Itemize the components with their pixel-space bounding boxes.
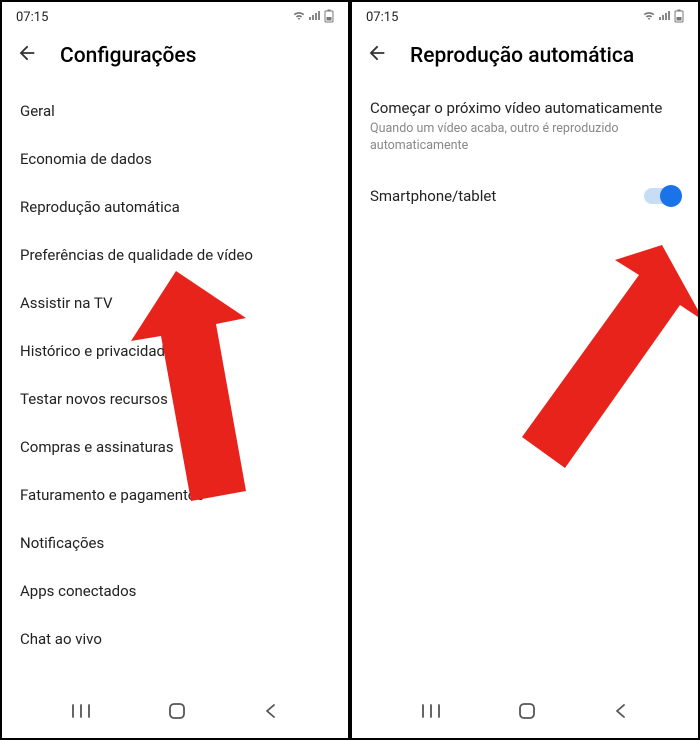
toggle-row-smartphone[interactable]: Smartphone/tablet — [352, 173, 698, 219]
section-title: Começar o próximo vídeo automaticamente — [352, 87, 698, 119]
nav-back-icon[interactable] — [613, 703, 629, 719]
battery-icon — [324, 9, 334, 26]
status-time: 07:15 — [366, 10, 398, 25]
status-icons — [642, 9, 684, 26]
section-subtitle: Quando um vídeo acaba, outro é reproduzi… — [352, 119, 698, 173]
signal-icon — [659, 11, 671, 24]
page-title: Reprodução automática — [410, 44, 634, 68]
status-time: 07:15 — [16, 10, 48, 25]
settings-item-notifications[interactable]: Notificações — [20, 519, 330, 567]
toggle-knob — [660, 185, 682, 207]
settings-item-history-privacy[interactable]: Histórico e privacidade — [20, 327, 330, 375]
settings-item-general[interactable]: Geral — [20, 87, 330, 135]
status-icons — [292, 9, 334, 26]
settings-list: Geral Economia de dados Reprodução autom… — [2, 87, 348, 663]
settings-item-purchases[interactable]: Compras e assinaturas — [20, 423, 330, 471]
settings-content: Geral Economia de dados Reprodução autom… — [2, 87, 348, 690]
toggle-switch[interactable] — [644, 188, 680, 204]
header: Reprodução automática — [352, 28, 698, 87]
settings-item-connected-apps[interactable]: Apps conectados — [20, 567, 330, 615]
back-arrow-icon[interactable] — [16, 42, 38, 69]
settings-item-data-saving[interactable]: Economia de dados — [20, 135, 330, 183]
settings-item-watch-tv[interactable]: Assistir na TV — [20, 279, 330, 327]
nav-back-icon[interactable] — [263, 703, 279, 719]
wifi-icon — [292, 11, 306, 24]
nav-bar — [2, 690, 348, 738]
toggle-label: Smartphone/tablet — [370, 187, 496, 205]
back-arrow-icon[interactable] — [366, 42, 388, 69]
signal-icon — [309, 11, 321, 24]
page-title: Configurações — [60, 44, 196, 68]
nav-home-icon[interactable] — [168, 702, 186, 720]
nav-bar — [352, 690, 698, 738]
status-bar: 07:15 — [2, 2, 348, 28]
settings-item-video-quality[interactable]: Preferências de qualidade de vídeo — [20, 231, 330, 279]
settings-item-autoplay[interactable]: Reprodução automática — [20, 183, 330, 231]
header: Configurações — [2, 28, 348, 87]
phone-settings: 07:15 Configurações Geral Economia de da… — [0, 0, 350, 740]
battery-icon — [674, 9, 684, 26]
nav-home-icon[interactable] — [518, 702, 536, 720]
status-bar: 07:15 — [352, 2, 698, 28]
annotation-arrow-icon — [507, 225, 698, 475]
nav-recents-icon[interactable] — [421, 703, 441, 719]
phone-autoplay: 07:15 Reprodução automática Começar o pr… — [350, 0, 700, 740]
settings-item-billing[interactable]: Faturamento e pagamentos — [20, 471, 330, 519]
wifi-icon — [642, 11, 656, 24]
autoplay-content: Começar o próximo vídeo automaticamente … — [352, 87, 698, 690]
nav-recents-icon[interactable] — [71, 703, 91, 719]
settings-item-live-chat[interactable]: Chat ao vivo — [20, 615, 330, 663]
settings-item-experimental[interactable]: Testar novos recursos — [20, 375, 330, 423]
